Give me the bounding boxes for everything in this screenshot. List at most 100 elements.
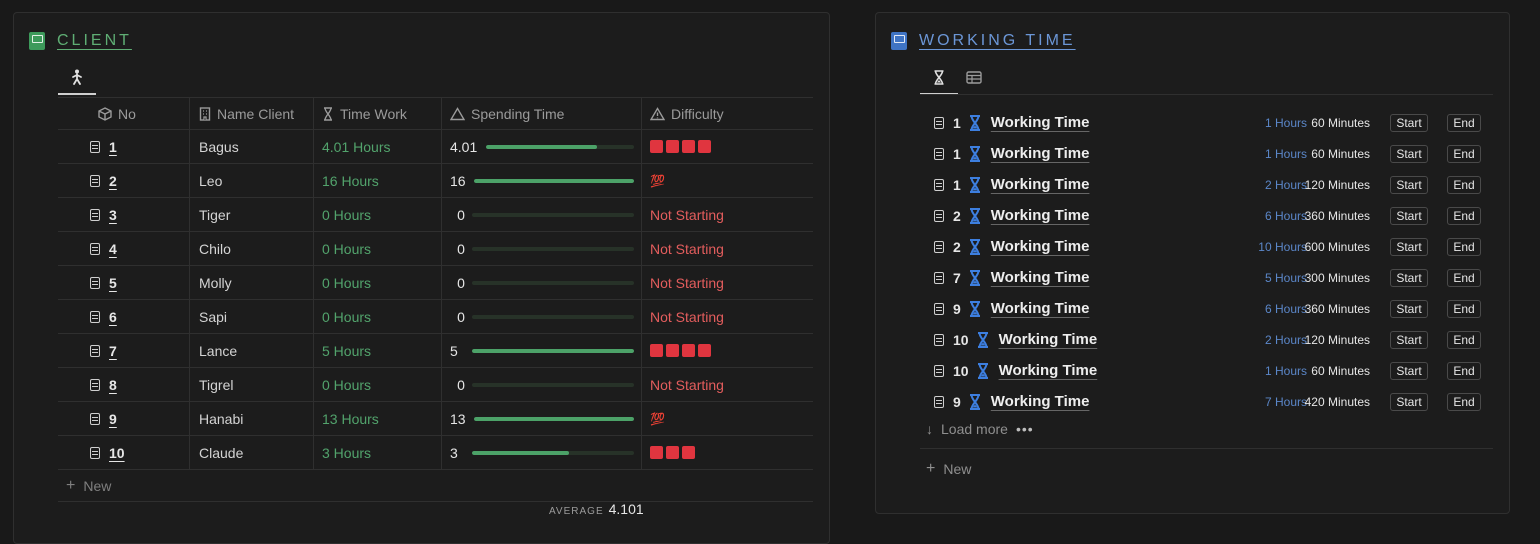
cell-name[interactable]: Claude: [190, 436, 314, 469]
start-button[interactable]: Start: [1390, 392, 1428, 411]
cell-time-work[interactable]: 3 Hours: [314, 436, 442, 469]
cell-time-work[interactable]: 0 Hours: [314, 198, 442, 231]
list-item[interactable]: 1 Working Time 1 Hours 60 Minutes Start End: [934, 138, 1489, 169]
end-button[interactable]: End: [1447, 392, 1481, 411]
end-button[interactable]: End: [1447, 361, 1481, 380]
item-title[interactable]: Working Time: [991, 176, 1090, 193]
cell-name[interactable]: Molly: [190, 266, 314, 299]
start-button[interactable]: Start: [1390, 206, 1428, 225]
cell-difficulty[interactable]: 💯: [642, 164, 813, 197]
table-row[interactable]: 9 Hanabi 13 Hours 13 💯: [58, 402, 813, 436]
table-row[interactable]: 7 Lance 5 Hours 5: [58, 334, 813, 368]
col-difficulty[interactable]: Difficulty: [642, 98, 813, 129]
load-more-button[interactable]: ↓ Load more •••: [926, 421, 1034, 437]
list-item[interactable]: 9 Working Time 6 Hours 360 Minutes Start End: [934, 293, 1489, 324]
cell-spending-time[interactable]: 4.01: [442, 130, 642, 163]
end-button[interactable]: End: [1447, 113, 1481, 132]
cell-no[interactable]: 1: [58, 130, 190, 163]
item-title[interactable]: Working Time: [991, 269, 1090, 286]
table-row[interactable]: 2 Leo 16 Hours 16 💯: [58, 164, 813, 198]
start-button[interactable]: Start: [1390, 330, 1428, 349]
cell-no[interactable]: 2: [58, 164, 190, 197]
cell-name[interactable]: Chilo: [190, 232, 314, 265]
working-title[interactable]: WORKING TIME: [919, 32, 1076, 50]
cell-time-work[interactable]: 16 Hours: [314, 164, 442, 197]
cell-no[interactable]: 6: [58, 300, 190, 333]
start-button[interactable]: Start: [1390, 268, 1428, 287]
cell-no[interactable]: 10: [58, 436, 190, 469]
cell-spending-time[interactable]: 0: [442, 198, 642, 231]
cell-difficulty[interactable]: Not Starting: [642, 198, 813, 231]
cell-time-work[interactable]: 0 Hours: [314, 266, 442, 299]
row-number[interactable]: 10: [109, 445, 125, 461]
tab-hourglass-view[interactable]: [920, 61, 958, 95]
table-row[interactable]: 6 Sapi 0 Hours 0 Not Starting: [58, 300, 813, 334]
cell-spending-time[interactable]: 16: [442, 164, 642, 197]
list-item[interactable]: 10 Working Time 1 Hours 60 Minutes Start End: [934, 355, 1489, 386]
cell-no[interactable]: 9: [58, 402, 190, 435]
table-row[interactable]: 4 Chilo 0 Hours 0 Not Starting: [58, 232, 813, 266]
end-button[interactable]: End: [1447, 175, 1481, 194]
start-button[interactable]: Start: [1390, 237, 1428, 256]
cell-name[interactable]: Tiger: [190, 198, 314, 231]
row-number[interactable]: 6: [109, 309, 117, 325]
working-new-button[interactable]: + New: [926, 460, 971, 478]
cell-difficulty[interactable]: Not Starting: [642, 368, 813, 401]
cell-time-work[interactable]: 13 Hours: [314, 402, 442, 435]
tab-table-view[interactable]: [958, 61, 990, 93]
item-title[interactable]: Working Time: [999, 331, 1098, 348]
end-button[interactable]: End: [1447, 206, 1481, 225]
client-title[interactable]: CLIENT: [57, 32, 132, 50]
row-number[interactable]: 1: [109, 139, 117, 155]
cell-difficulty[interactable]: 💯: [642, 402, 813, 435]
row-number[interactable]: 9: [109, 411, 117, 427]
cell-no[interactable]: 7: [58, 334, 190, 367]
end-button[interactable]: End: [1447, 268, 1481, 287]
cell-spending-time[interactable]: 0: [442, 300, 642, 333]
cell-spending-time[interactable]: 3: [442, 436, 642, 469]
list-item[interactable]: 9 Working Time 7 Hours 420 Minutes Start End: [934, 386, 1489, 417]
table-row[interactable]: 10 Claude 3 Hours 3: [58, 436, 813, 470]
row-number[interactable]: 4: [109, 241, 117, 257]
client-new-button[interactable]: + New: [58, 470, 813, 502]
cell-difficulty[interactable]: Not Starting: [642, 266, 813, 299]
end-button[interactable]: End: [1447, 299, 1481, 318]
cell-no[interactable]: 8: [58, 368, 190, 401]
cell-difficulty[interactable]: Not Starting: [642, 232, 813, 265]
cell-spending-time[interactable]: 13: [442, 402, 642, 435]
table-row[interactable]: 8 Tigrel 0 Hours 0 Not Starting: [58, 368, 813, 402]
row-number[interactable]: 5: [109, 275, 117, 291]
cell-name[interactable]: Tigrel: [190, 368, 314, 401]
table-row[interactable]: 5 Molly 0 Hours 0 Not Starting: [58, 266, 813, 300]
cell-name[interactable]: Hanabi: [190, 402, 314, 435]
list-item[interactable]: 1 Working Time 1 Hours 60 Minutes Start End: [934, 107, 1489, 138]
cell-time-work[interactable]: 4.01 Hours: [314, 130, 442, 163]
cell-difficulty[interactable]: Not Starting: [642, 300, 813, 333]
start-button[interactable]: Start: [1390, 144, 1428, 163]
start-button[interactable]: Start: [1390, 113, 1428, 132]
item-title[interactable]: Working Time: [991, 145, 1090, 162]
table-row[interactable]: 3 Tiger 0 Hours 0 Not Starting: [58, 198, 813, 232]
cell-no[interactable]: 4: [58, 232, 190, 265]
item-title[interactable]: Working Time: [991, 207, 1090, 224]
cell-spending-time[interactable]: 0: [442, 266, 642, 299]
cell-time-work[interactable]: 5 Hours: [314, 334, 442, 367]
col-spend[interactable]: Spending Time: [442, 98, 642, 129]
cell-name[interactable]: Bagus: [190, 130, 314, 163]
item-title[interactable]: Working Time: [991, 114, 1090, 131]
col-no[interactable]: No: [58, 98, 190, 129]
list-item[interactable]: 7 Working Time 5 Hours 300 Minutes Start End: [934, 262, 1489, 293]
col-time[interactable]: Time Work: [314, 98, 442, 129]
cell-name[interactable]: Sapi: [190, 300, 314, 333]
item-title[interactable]: Working Time: [999, 362, 1098, 379]
start-button[interactable]: Start: [1390, 361, 1428, 380]
cell-name[interactable]: Lance: [190, 334, 314, 367]
cell-difficulty[interactable]: [642, 130, 813, 163]
row-number[interactable]: 3: [109, 207, 117, 223]
item-title[interactable]: Working Time: [991, 238, 1090, 255]
cell-no[interactable]: 5: [58, 266, 190, 299]
table-row[interactable]: 1 Bagus 4.01 Hours 4.01: [58, 130, 813, 164]
more-dots-icon[interactable]: •••: [1016, 421, 1034, 437]
row-number[interactable]: 8: [109, 377, 117, 393]
end-button[interactable]: End: [1447, 330, 1481, 349]
